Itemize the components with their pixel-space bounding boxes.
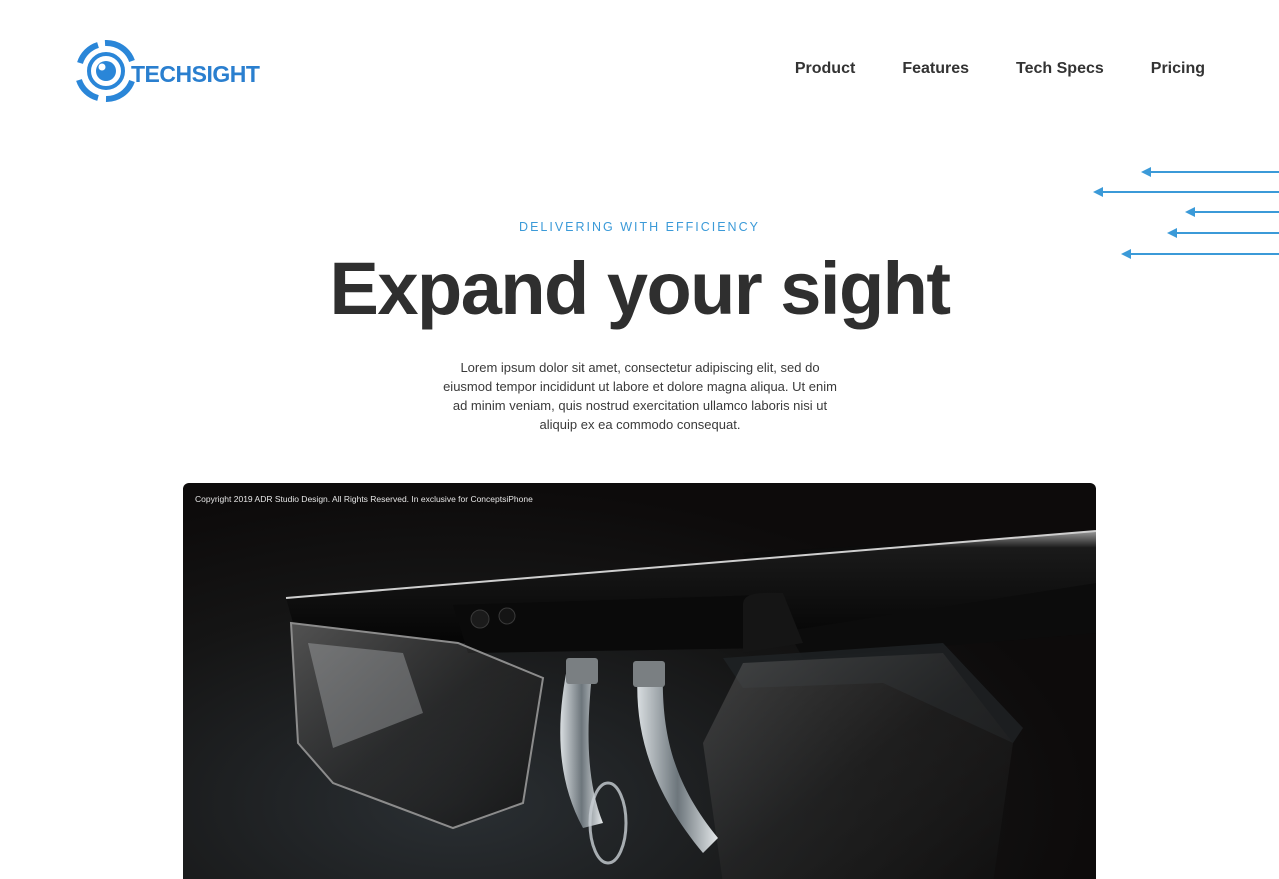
landing-page: TECHSIGHT Product Features Tech Specs Pr… xyxy=(0,0,1279,879)
image-copyright: Copyright 2019 ADR Studio Design. All Ri… xyxy=(195,494,533,504)
nav-item-pricing[interactable]: Pricing xyxy=(1151,60,1205,78)
hero-description: Lorem ipsum dolor sit amet, consectetur … xyxy=(443,360,837,432)
hero-headline: Expand your sight xyxy=(329,247,951,330)
nav-item-tech-specs[interactable]: Tech Specs xyxy=(1016,60,1104,78)
main-nav: Product Features Tech Specs Pricing xyxy=(795,60,1205,78)
product-image: Copyright 2019 ADR Studio Design. All Ri… xyxy=(183,483,1096,879)
nav-item-features[interactable]: Features xyxy=(902,60,969,78)
brand-name: TECHSIGHT xyxy=(131,60,260,87)
hero-eyebrow: DELIVERING WITH EFFICIENCY xyxy=(519,220,760,234)
smart-glasses-icon xyxy=(285,530,1096,879)
nav-item-product[interactable]: Product xyxy=(795,60,855,78)
brand-logo[interactable]: TECHSIGHT xyxy=(72,37,260,105)
eye-lens-icon xyxy=(76,39,135,103)
